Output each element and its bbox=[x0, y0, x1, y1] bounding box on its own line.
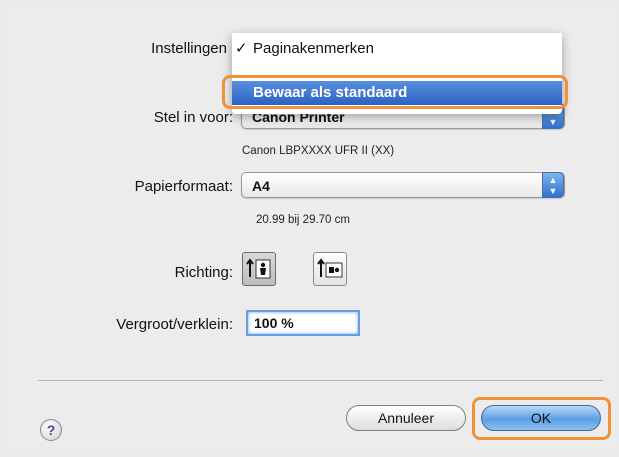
paper-size-detail: 20.99 bij 29.70 cm bbox=[256, 214, 350, 226]
paper-size-value: A4 bbox=[252, 178, 270, 194]
cancel-button[interactable]: Annuleer bbox=[346, 405, 466, 431]
paper-size-label: Papierformaat: bbox=[134, 178, 233, 195]
ok-button[interactable]: OK bbox=[481, 405, 601, 431]
settings-label: Instellingen bbox=[151, 40, 227, 57]
portrait-icon bbox=[246, 258, 271, 279]
format-for-label: Stel in voor: bbox=[153, 109, 233, 126]
divider bbox=[38, 380, 603, 381]
help-button[interactable]: ? bbox=[40, 419, 62, 441]
scale-label: Vergroot/verklein: bbox=[116, 316, 233, 333]
format-for-detail: Canon LBPXXXX UFR II (XX) bbox=[242, 145, 395, 157]
orientation-landscape-button[interactable] bbox=[313, 252, 347, 286]
menu-item-bewaar-als-standaard[interactable]: Bewaar als standaard bbox=[232, 81, 562, 105]
settings-menu: ✓ Paginakenmerken Bewaar als standaard bbox=[232, 33, 562, 114]
orientation-portrait-button[interactable] bbox=[242, 252, 276, 286]
checkmark-icon: ✓ bbox=[235, 40, 248, 57]
page-setup-dialog: Instellingen ✓ Paginakenmerken Bewaar als… bbox=[4, 4, 615, 453]
menu-item-label: Paginakenmerken bbox=[253, 40, 374, 57]
menu-item-paginakenmerken[interactable]: ✓ Paginakenmerken bbox=[232, 37, 562, 61]
paper-size-popup[interactable]: A4 ▲ ▼ bbox=[241, 172, 565, 198]
orientation-label: Richting: bbox=[174, 264, 233, 281]
menu-item-label: Bewaar als standaard bbox=[253, 84, 408, 101]
landscape-icon bbox=[317, 258, 343, 278]
scale-input[interactable]: 100 % bbox=[246, 310, 360, 336]
popup-arrows-icon: ▲▼ bbox=[542, 172, 564, 198]
